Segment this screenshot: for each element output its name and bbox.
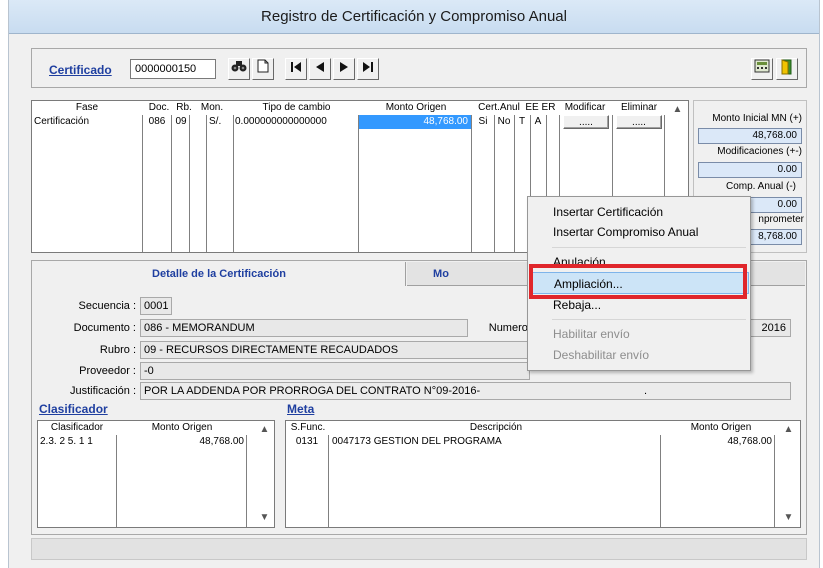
cell-clasif-monto[interactable]: 48,768.00 xyxy=(118,435,245,449)
col-descripcion[interactable]: Descripción xyxy=(330,421,662,435)
scroll-down-icon[interactable]: ▼ xyxy=(256,509,273,526)
cell-ee[interactable]: T xyxy=(515,115,529,129)
col-sfunc[interactable]: S.Func. xyxy=(286,421,330,435)
cell-doc[interactable]: 086 xyxy=(144,115,170,129)
proveedor-field[interactable]: -0 xyxy=(140,362,530,380)
col-tipo-cambio[interactable]: Tipo de cambio xyxy=(235,101,358,115)
col-rb[interactable]: Rb. xyxy=(172,101,196,115)
grid-divider xyxy=(660,435,661,527)
clasificador-link[interactable]: Clasificador xyxy=(39,402,108,416)
prev-record-icon[interactable] xyxy=(309,58,331,80)
modificaciones-label: Modificaciones (+-) xyxy=(717,146,802,157)
cell-rb[interactable]: 09 xyxy=(173,115,189,129)
justificacion-tail: . xyxy=(644,385,648,397)
secuencia-label: Secuencia : xyxy=(78,300,136,312)
last-record-icon[interactable] xyxy=(357,58,379,80)
menu-item-habilitar-envio[interactable]: Habilitar envío xyxy=(529,323,749,345)
certificado-toolbar: Certificado 0000000150 xyxy=(31,48,807,88)
cell-tipo-cambio[interactable]: 0.000000000000000 xyxy=(235,115,357,129)
col-clasificador[interactable]: Clasificador xyxy=(38,421,116,435)
cell-er[interactable]: A xyxy=(531,115,545,129)
comp-anual-label: Comp. Anual (-) xyxy=(725,181,796,192)
meta-link[interactable]: Meta xyxy=(287,402,314,416)
cell-clasificador[interactable]: 2.3. 2 5. 1 1 xyxy=(40,435,114,449)
grid-divider xyxy=(774,435,775,527)
col-clasif-monto[interactable]: Monto Origen xyxy=(118,421,246,435)
first-record-icon[interactable] xyxy=(285,58,307,80)
numero-label: Numero : xyxy=(488,322,534,334)
proveedor-label: Proveedor : xyxy=(79,365,136,377)
col-ee[interactable]: EE xyxy=(524,101,540,115)
cell-mon[interactable]: S/. xyxy=(209,115,231,129)
monto-inicial-value: 48,768.00 xyxy=(698,128,802,144)
cell-anul[interactable]: No xyxy=(495,115,513,129)
col-cert-anul[interactable]: Cert.Anul xyxy=(473,101,525,115)
next-record-icon[interactable] xyxy=(333,58,355,80)
modificaciones-value: 0.00 xyxy=(698,162,802,178)
tab-detalle[interactable]: Detalle de la Certificación xyxy=(33,262,406,286)
cell-sfunc[interactable]: 0131 xyxy=(288,435,326,449)
menu-separator xyxy=(552,319,746,320)
documento-field[interactable]: 086 - MEMORANDUM xyxy=(140,319,468,337)
eliminar-button[interactable]: ..... xyxy=(616,115,662,129)
grid-divider xyxy=(206,115,207,252)
scroll-up-icon[interactable]: ▲ xyxy=(780,421,797,438)
col-monto-origen[interactable]: Monto Origen xyxy=(360,101,472,115)
grid-divider xyxy=(494,115,495,252)
cell-descripcion[interactable]: 0047173 GESTION DEL PROGRAMA xyxy=(332,435,658,449)
grid-divider xyxy=(116,435,117,527)
numero-field[interactable]: 2016 xyxy=(749,319,791,337)
grid-divider xyxy=(171,115,172,252)
col-doc[interactable]: Doc. xyxy=(144,101,174,115)
cell-meta-monto[interactable]: 48,768.00 xyxy=(662,435,773,449)
menu-separator xyxy=(552,247,746,248)
scroll-up-icon[interactable]: ▲ xyxy=(256,421,273,438)
secuencia-field[interactable]: 0001 xyxy=(140,297,172,315)
cell-cert[interactable]: Si xyxy=(473,115,493,129)
menu-item-insertar-certificacion[interactable]: Insertar Certificación xyxy=(529,201,749,223)
col-er[interactable]: ER xyxy=(540,101,557,115)
col-modificar[interactable]: Modificar xyxy=(558,101,612,115)
scroll-up-icon[interactable]: ▲ xyxy=(669,101,686,118)
binoculars-icon[interactable] xyxy=(228,58,250,80)
status-bar xyxy=(31,538,807,560)
grid-divider xyxy=(471,115,472,252)
justificacion-text: POR LA ADDENDA POR PRORROGA DEL CONTRATO… xyxy=(144,385,481,397)
grid-divider xyxy=(142,115,143,252)
col-fase[interactable]: Fase xyxy=(32,101,142,115)
certificado-link[interactable]: Certificado xyxy=(49,63,112,77)
grid-divider xyxy=(233,115,234,252)
scroll-down-icon[interactable]: ▼ xyxy=(780,509,797,526)
clasificador-grid[interactable]: Clasificador Monto Origen 2.3. 2 5. 1 1 … xyxy=(37,420,275,528)
monto-inicial-label: Monto Inicial MN (+) xyxy=(712,113,802,124)
documento-label: Documento : xyxy=(73,322,136,334)
grid-divider xyxy=(246,435,247,527)
rubro-label: Rubro : xyxy=(99,344,136,356)
col-meta-monto[interactable]: Monto Origen xyxy=(666,421,776,435)
certificado-field[interactable]: 0000000150 xyxy=(130,59,216,79)
grid-divider xyxy=(328,435,329,527)
grid-divider xyxy=(358,115,359,252)
grid-divider xyxy=(514,115,515,252)
col-mon[interactable]: Mon. xyxy=(194,101,230,115)
rubro-field[interactable]: 09 - RECURSOS DIRECTAMENTE RECAUDADOS xyxy=(140,341,530,359)
highlight-box xyxy=(529,264,747,299)
cell-fase[interactable]: Certificación xyxy=(34,115,140,129)
window-title: Registro de Certificación y Compromiso A… xyxy=(9,0,819,34)
menu-item-deshabilitar-envio[interactable]: Deshabilitar envío xyxy=(529,344,749,366)
justificacion-field[interactable]: POR LA ADDENDA POR PRORROGA DEL CONTRATO… xyxy=(140,382,791,400)
meta-grid[interactable]: S.Func. Descripción Monto Origen 0131 00… xyxy=(285,420,801,528)
cell-monto-origen[interactable]: 48,768.00 xyxy=(359,115,471,129)
modificar-button[interactable]: ..... xyxy=(563,115,609,129)
menu-item-insertar-compromiso[interactable]: Insertar Compromiso Anual xyxy=(529,221,749,243)
calculator-icon[interactable] xyxy=(751,58,773,80)
exit-door-icon[interactable] xyxy=(776,58,798,80)
grid-divider xyxy=(189,115,190,252)
col-eliminar[interactable]: Eliminar xyxy=(614,101,664,115)
new-document-icon[interactable] xyxy=(252,58,274,80)
justificacion-label: Justificación : xyxy=(69,385,136,397)
